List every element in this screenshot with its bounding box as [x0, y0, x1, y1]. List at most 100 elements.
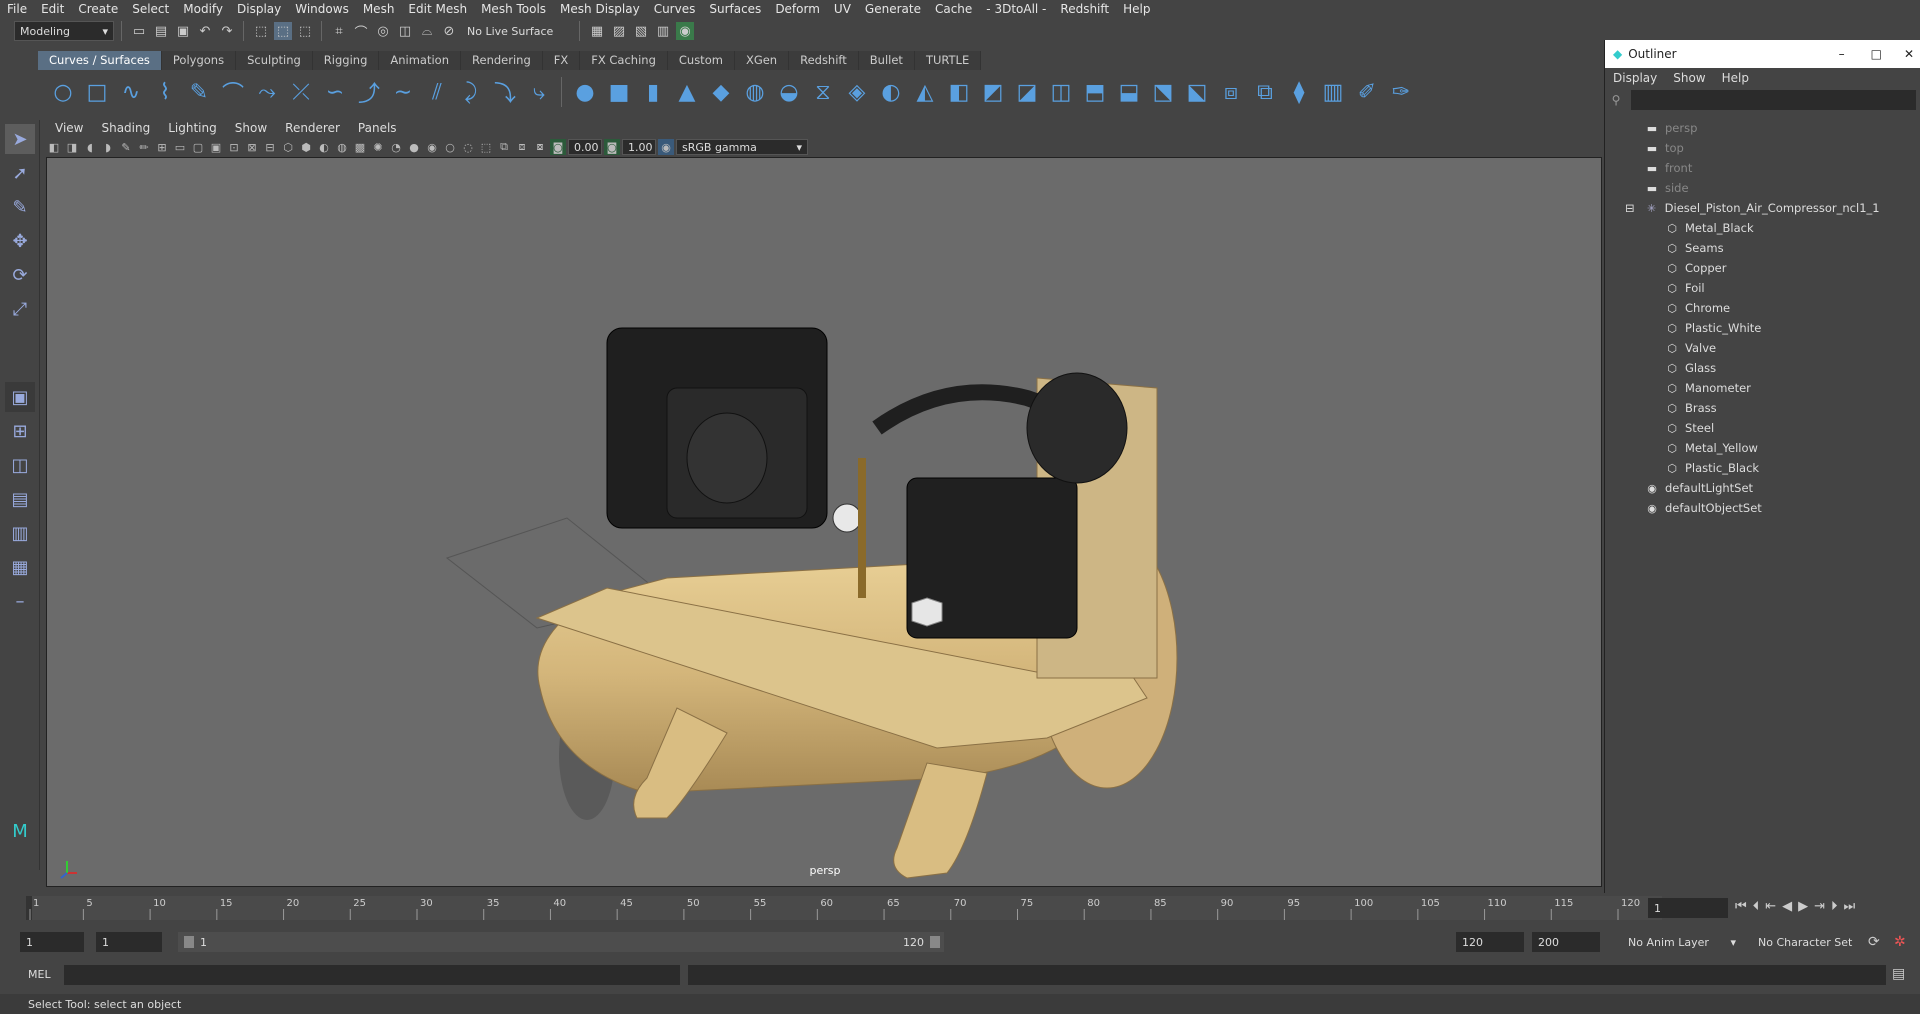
outliner-menu-display[interactable]: Display	[1605, 71, 1665, 85]
menu-windows[interactable]: Windows	[288, 2, 356, 16]
grease-pencil-icon[interactable]: ✏	[136, 139, 152, 155]
step-forward-key-icon[interactable]: ⇥	[1814, 899, 1825, 914]
exposure-field[interactable]: 0.00	[568, 139, 602, 155]
air-compressor-model[interactable]	[445, 327, 1178, 879]
render-view-icon[interactable]: ▥	[654, 22, 672, 40]
ipr-render-icon[interactable]: ▧	[632, 22, 650, 40]
trim-icon[interactable]: ⬓	[1114, 77, 1144, 107]
menu-edit[interactable]: Edit	[34, 2, 71, 16]
shelf-tab-sculpting[interactable]: Sculpting	[236, 51, 313, 70]
color-management-icon[interactable]: ◉	[658, 139, 674, 155]
lights-icon[interactable]: ✺	[370, 139, 386, 155]
viewport-menu-show[interactable]: Show	[226, 121, 276, 135]
color-space-selector[interactable]: sRGB gamma ▾	[676, 139, 808, 155]
script-language-label[interactable]: MEL	[28, 968, 51, 981]
field-chart-icon[interactable]: ⊡	[226, 139, 242, 155]
outliner-mesh-seams[interactable]: ⬡ Seams	[1605, 238, 1920, 258]
arc-tool-icon[interactable]: ⌒	[218, 77, 248, 107]
command-input[interactable]	[64, 965, 680, 985]
anti-alias-icon[interactable]: ○	[442, 139, 458, 155]
auto-key-icon[interactable]: ⟳	[1868, 934, 1880, 950]
menu-file[interactable]: File	[0, 2, 34, 16]
xray-joints-icon[interactable]: ⧇	[532, 139, 548, 155]
four-layout-icon[interactable]: ⊞	[5, 416, 35, 446]
wireframe-icon[interactable]: ⬡	[280, 139, 296, 155]
minimize-icon[interactable]: –	[1829, 47, 1855, 61]
square-surface-icon[interactable]: ◪	[1012, 77, 1042, 107]
xray-icon[interactable]: ⧉	[496, 139, 512, 155]
select-hierarchy-icon[interactable]: ⬚	[252, 22, 270, 40]
outliner-mesh-plastic-black[interactable]: ⬡ Plastic_Black	[1605, 458, 1920, 478]
shelf-tab-animation[interactable]: Animation	[379, 51, 462, 70]
intersect-icon[interactable]: ⬒	[1080, 77, 1110, 107]
nurbs-torus-icon[interactable]: ◍	[740, 77, 770, 107]
exposure-icon[interactable]: ◙	[550, 139, 566, 155]
snap-point-icon[interactable]: ◎	[374, 22, 392, 40]
workspace-selector[interactable]: Modeling ▾	[14, 21, 114, 41]
snap-live-icon[interactable]: ⊘	[440, 22, 458, 40]
menu-3dtoall[interactable]: - 3DtoAll -	[979, 2, 1053, 16]
select-component-icon[interactable]: ⬚	[296, 22, 314, 40]
depth-of-field-icon[interactable]: ◌	[460, 139, 476, 155]
gamma-field[interactable]: 1.00	[622, 139, 656, 155]
undo-icon[interactable]: ↶	[196, 22, 214, 40]
range-slider-bar[interactable]: 1 120	[178, 932, 944, 952]
menu-uv[interactable]: UV	[827, 2, 858, 16]
insert-knot-icon[interactable]: ⤴	[354, 77, 384, 107]
filter-icon[interactable]: ⚲	[1605, 93, 1627, 107]
rotate-tool-icon[interactable]: ⟳	[5, 260, 35, 290]
render-settings-icon[interactable]: ▦	[588, 22, 606, 40]
safe-title-icon[interactable]: ⊟	[262, 139, 278, 155]
grid-icon[interactable]: ⊞	[154, 139, 170, 155]
play-back-icon[interactable]: ◀	[1782, 899, 1792, 914]
go-to-start-icon[interactable]: ⏮	[1735, 899, 1747, 914]
current-frame-field[interactable]: 1	[1648, 898, 1728, 918]
redshift-render-icon[interactable]: ◉	[676, 22, 694, 40]
curve-edit-icon[interactable]: ⤷	[524, 77, 554, 107]
revolve-icon[interactable]: ◒	[774, 77, 804, 107]
outliner-mesh-plastic-white[interactable]: ⬡ Plastic_White	[1605, 318, 1920, 338]
snap-view-icon[interactable]: ◫	[396, 22, 414, 40]
detach-surfaces-icon[interactable]: ⧈	[1216, 77, 1246, 107]
birail-icon[interactable]: ◭	[910, 77, 940, 107]
time-slider[interactable]: 1 5 10 15 20 25 30 35 40 45 50 55 60 65 70 75 80 85 90 95 10…	[0, 893, 1920, 923]
extend-surface-icon[interactable]: ⧫	[1284, 77, 1314, 107]
nurbs-plane-icon[interactable]: ◆	[706, 77, 736, 107]
menu-mesh-tools[interactable]: Mesh Tools	[474, 2, 553, 16]
outliner-layout-icon[interactable]: ▤	[5, 484, 35, 514]
viewport-persp[interactable]: persp	[46, 157, 1602, 887]
outliner-mesh-manometer[interactable]: ⬡ Manometer	[1605, 378, 1920, 398]
menu-mesh[interactable]: Mesh	[356, 2, 402, 16]
select-object-icon[interactable]: ⬚	[274, 22, 292, 40]
outliner-mesh-brass[interactable]: ⬡ Brass	[1605, 398, 1920, 418]
play-forward-icon[interactable]: ▶	[1798, 899, 1808, 914]
two-layout-icon[interactable]: ◫	[5, 450, 35, 480]
snap-curve-icon[interactable]: ⌒	[352, 22, 370, 41]
go-to-end-icon[interactable]: ⏭	[1844, 899, 1856, 914]
range-handle-left[interactable]	[184, 936, 194, 948]
menu-select[interactable]: Select	[125, 2, 176, 16]
bevel-plus-icon[interactable]: ◧	[944, 77, 974, 107]
outliner-mesh-chrome[interactable]: ⬡ Chrome	[1605, 298, 1920, 318]
extrude-icon[interactable]: ◐	[876, 77, 906, 107]
nurbs-sphere-icon[interactable]: ●	[570, 77, 600, 107]
project-curve-icon[interactable]: ◫	[1046, 77, 1076, 107]
boundary-icon[interactable]: ◩	[978, 77, 1008, 107]
menu-redshift[interactable]: Redshift	[1053, 2, 1116, 16]
move-tool-icon[interactable]: ✥	[5, 226, 35, 256]
cv-curve-icon[interactable]: ∿	[116, 77, 146, 107]
bezier-curve-icon[interactable]: ⤳	[252, 77, 282, 107]
shelf-tab-bullet[interactable]: Bullet	[858, 51, 915, 70]
menu-modify[interactable]: Modify	[176, 2, 230, 16]
ep-curve-icon[interactable]: ⌇	[150, 77, 180, 107]
outliner-mesh-foil[interactable]: ⬡ Foil	[1605, 278, 1920, 298]
shelf-tab-custom[interactable]: Custom	[667, 51, 735, 70]
anim-layer-selector[interactable]: No Anim Layer ▾	[1622, 932, 1740, 952]
lasso-tool-icon[interactable]: ➚	[5, 158, 35, 188]
shelf-tab-fx-caching[interactable]: FX Caching	[580, 51, 668, 70]
menu-curves[interactable]: Curves	[647, 2, 703, 16]
shadows-icon[interactable]: ◔	[388, 139, 404, 155]
preferences-icon[interactable]: ✲	[1894, 934, 1906, 950]
shelf-tab-rendering[interactable]: Rendering	[461, 51, 543, 70]
nurbs-cone-icon[interactable]: ▲	[672, 77, 702, 107]
